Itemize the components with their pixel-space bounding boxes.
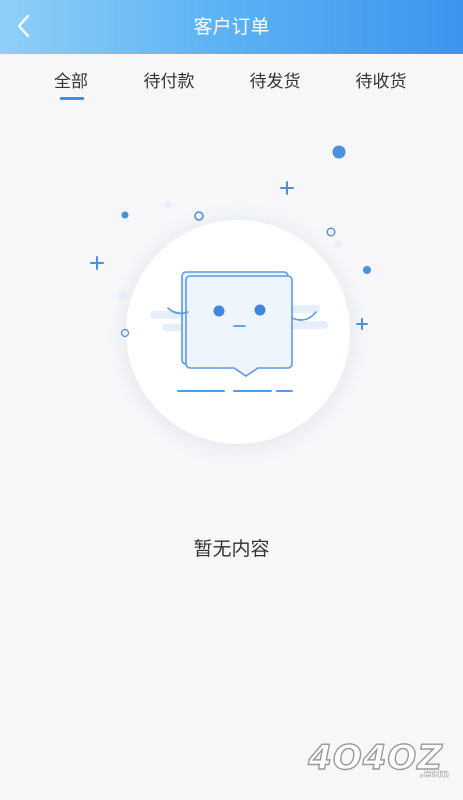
tab-all[interactable]: 全部 (21, 54, 121, 110)
tab-label: 待付款 (143, 72, 195, 92)
app-header: 客户订单 (0, 0, 463, 54)
empty-state-message: 暂无内容 (193, 538, 270, 560)
tab-label: 待收货 (355, 72, 407, 92)
tab-pending-shipment[interactable]: 待发货 (225, 54, 325, 110)
tab-label: 全部 (54, 72, 88, 92)
active-tab-indicator (60, 97, 84, 100)
tab-pending-receipt[interactable]: 待收货 (331, 54, 431, 110)
page-title: 客户订单 (193, 16, 270, 38)
empty-state-illustration (0, 130, 463, 460)
watermark-logo: 4O4OZ .com (307, 737, 457, 792)
tab-pending-payment[interactable]: 待付款 (119, 54, 219, 110)
tab-label: 待发货 (249, 72, 301, 92)
order-tabs: 全部 待付款 待发货 待收货 (0, 54, 463, 110)
watermark-suffix: .com (419, 767, 449, 781)
